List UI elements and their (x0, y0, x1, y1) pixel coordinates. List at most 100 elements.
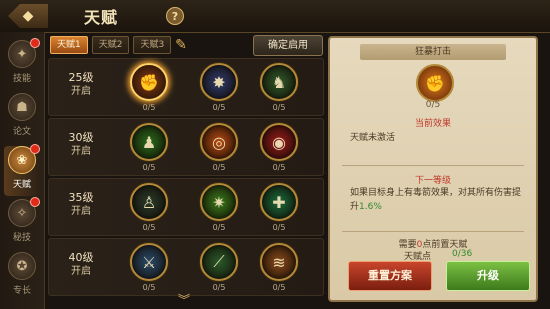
skill-count: 0/5 (272, 163, 286, 172)
chevron-down-icon[interactable]: ︾ (174, 294, 194, 306)
notification-dot (30, 38, 40, 48)
top-bar: ◆ 天赋 ? (0, 0, 550, 33)
skill-glyph: ✸ (212, 72, 226, 92)
skill-glyph: ◉ (272, 132, 286, 152)
back-arrow-icon: ◆ (22, 8, 34, 24)
detail-title: 狂暴打击 (360, 44, 506, 60)
beast-icon: ♞ (260, 63, 298, 101)
level-text: 40级 (68, 251, 94, 264)
skill-count: 0/5 (142, 103, 156, 112)
level-text: 25级 (68, 71, 94, 84)
skill-glyph: ≋ (272, 252, 286, 272)
current-effect-heading: 当前效果 (414, 119, 451, 129)
level-text: 30级 (68, 131, 94, 144)
level-sub-text: 开启 (71, 146, 91, 157)
detail-count: 0/5 (425, 100, 441, 110)
sidebar-item-4[interactable]: ✪ 专长 (4, 252, 40, 302)
blade-icon: ⟋ (200, 243, 238, 281)
sidebar-item-label: 论文 (12, 127, 31, 137)
runner-icon: ♟ (130, 123, 168, 161)
skill-count: 0/5 (142, 163, 156, 172)
talent-skill[interactable]: ✊ 0/5 (129, 63, 169, 113)
talent-detail-panel: 狂暴打击 ✊ 0/5 当前效果 天赋未激活 下一等级 如果目标身上有毒箭效果，对… (328, 36, 538, 302)
sidebar-item-label: 专长 (12, 286, 31, 296)
talent-points-value: 0/36 (452, 249, 473, 259)
warrior-icon: ⚔ (130, 243, 168, 281)
next-level-heading: 下一等级 (414, 176, 451, 186)
target-icon: ◎ (200, 123, 238, 161)
talent-skill[interactable]: ◎ 0/5 (199, 123, 239, 173)
skill-glyph: ♙ (141, 192, 157, 212)
talent-skill[interactable]: ◉ 0/5 (259, 123, 299, 173)
kick-icon: ✷ (200, 183, 238, 221)
talent-skill[interactable]: ♞ 0/5 (259, 63, 299, 113)
bird-icon: ✸ (200, 63, 238, 101)
back-button[interactable]: ◆ (8, 4, 48, 28)
talent-skill[interactable]: ✚ 0/5 (259, 183, 299, 233)
heal-icon: ✚ (260, 183, 298, 221)
talent-rows: 25级 开启 ✊ 0/5 ✸ 0/5 ♞ 0/5 30级 开启 ♟ 0/5 ◎ 0/5 ◉ 0/5 35级 开启 ♙… (48, 58, 324, 298)
confirm-enable-button[interactable]: 确定启用 (253, 35, 323, 56)
skill-count: 0/5 (142, 223, 156, 232)
talent-row: 35级开启 ♙ 0/5 ✷ 0/5 ✚ 0/5 (48, 178, 324, 236)
level-label: 25级开启 (53, 71, 109, 99)
skill-count: 0/5 (212, 163, 226, 172)
level-text: 35级 (68, 191, 94, 204)
detail-skill-glyph: ✊ (425, 73, 445, 93)
scroll-icon: ☗ (8, 93, 36, 121)
edit-icon[interactable]: ✎ (172, 36, 190, 54)
skill-count: 0/5 (212, 103, 226, 112)
divider (342, 165, 524, 166)
sidebar-item-1[interactable]: ☗ 论文 (4, 93, 40, 143)
sidebar-item-2[interactable]: ❀ 天赋 (4, 144, 40, 196)
tab-talent-1[interactable]: 天赋1 (50, 36, 88, 54)
skill-glyph: ⟋ (213, 252, 225, 271)
talent-skill[interactable]: ✷ 0/5 (199, 183, 239, 233)
notification-dot (30, 144, 40, 154)
page-title: 天赋 (84, 8, 119, 27)
level-label: 35级开启 (53, 191, 109, 219)
talent-skill[interactable]: ✸ 0/5 (199, 63, 239, 113)
specialty-icon: ✪ (8, 252, 36, 280)
skill-count: 0/5 (142, 283, 156, 292)
sidebar: ✦ 技能 ☗ 论文 ❀ 天赋 ✧ 秘技 ✪ 专长 (0, 32, 45, 309)
sidebar-item-label: 天赋 (12, 180, 31, 190)
tab-talent-3[interactable]: 天赋3 (133, 36, 172, 54)
skill-glyph: ♞ (271, 72, 287, 92)
skill-count: 0/5 (212, 223, 226, 232)
skill-count: 0/5 (272, 223, 286, 232)
upgrade-button[interactable]: 升级 (446, 261, 530, 291)
talent-skill[interactable]: ⚔ 0/5 (129, 243, 169, 293)
skill-count: 0/5 (212, 283, 226, 292)
claw-icon: ≋ (260, 243, 298, 281)
sidebar-item-label: 秘技 (12, 233, 31, 243)
skill-count: 0/5 (272, 103, 286, 112)
skill-glyph: ✊ (139, 72, 159, 92)
talent-skill[interactable]: ♟ 0/5 (129, 123, 169, 173)
talent-row: 30级开启 ♟ 0/5 ◎ 0/5 ◉ 0/5 (48, 118, 324, 176)
next-level-text: 如果目标身上有毒箭效果，对其所有伤害提升1.6% (350, 186, 522, 214)
skill-glyph: ⚔ (141, 252, 157, 272)
next-level-value: 1.6% (359, 202, 382, 212)
shadow-icon: ♙ (130, 183, 168, 221)
sidebar-item-0[interactable]: ✦ 技能 (4, 38, 40, 90)
talent-row: 40级 开启 ⚔ 0/5 ⟋ 0/5 ≋ 0/5 (48, 238, 324, 296)
divider (342, 231, 524, 232)
level-sub-text: 开启 (71, 206, 91, 217)
skill-glyph: ♟ (141, 132, 157, 152)
eye-icon: ◉ (260, 123, 298, 161)
reset-plan-button[interactable]: 重置方案 (348, 261, 432, 291)
skill-glyph: ✚ (272, 192, 286, 212)
talent-row: 25级开启 ✊ 0/5 ✸ 0/5 ♞ 0/5 (48, 58, 324, 116)
help-icon[interactable]: ? (166, 7, 184, 25)
tab-talent-2[interactable]: 天赋2 (91, 36, 130, 54)
talent-skill[interactable]: ♙ 0/5 (129, 183, 169, 233)
level-sub-text: 开启 (71, 86, 91, 97)
talent-skill[interactable]: ⟋ 0/5 (199, 243, 239, 293)
talent-skill[interactable]: ≋ 0/5 (259, 243, 299, 293)
sidebar-item-3[interactable]: ✧ 秘技 (4, 197, 40, 249)
notification-dot (30, 197, 40, 207)
skill-count: 0/5 (272, 283, 286, 292)
skill-glyph: ◎ (212, 132, 226, 152)
fist-icon: ✊ (416, 64, 454, 102)
